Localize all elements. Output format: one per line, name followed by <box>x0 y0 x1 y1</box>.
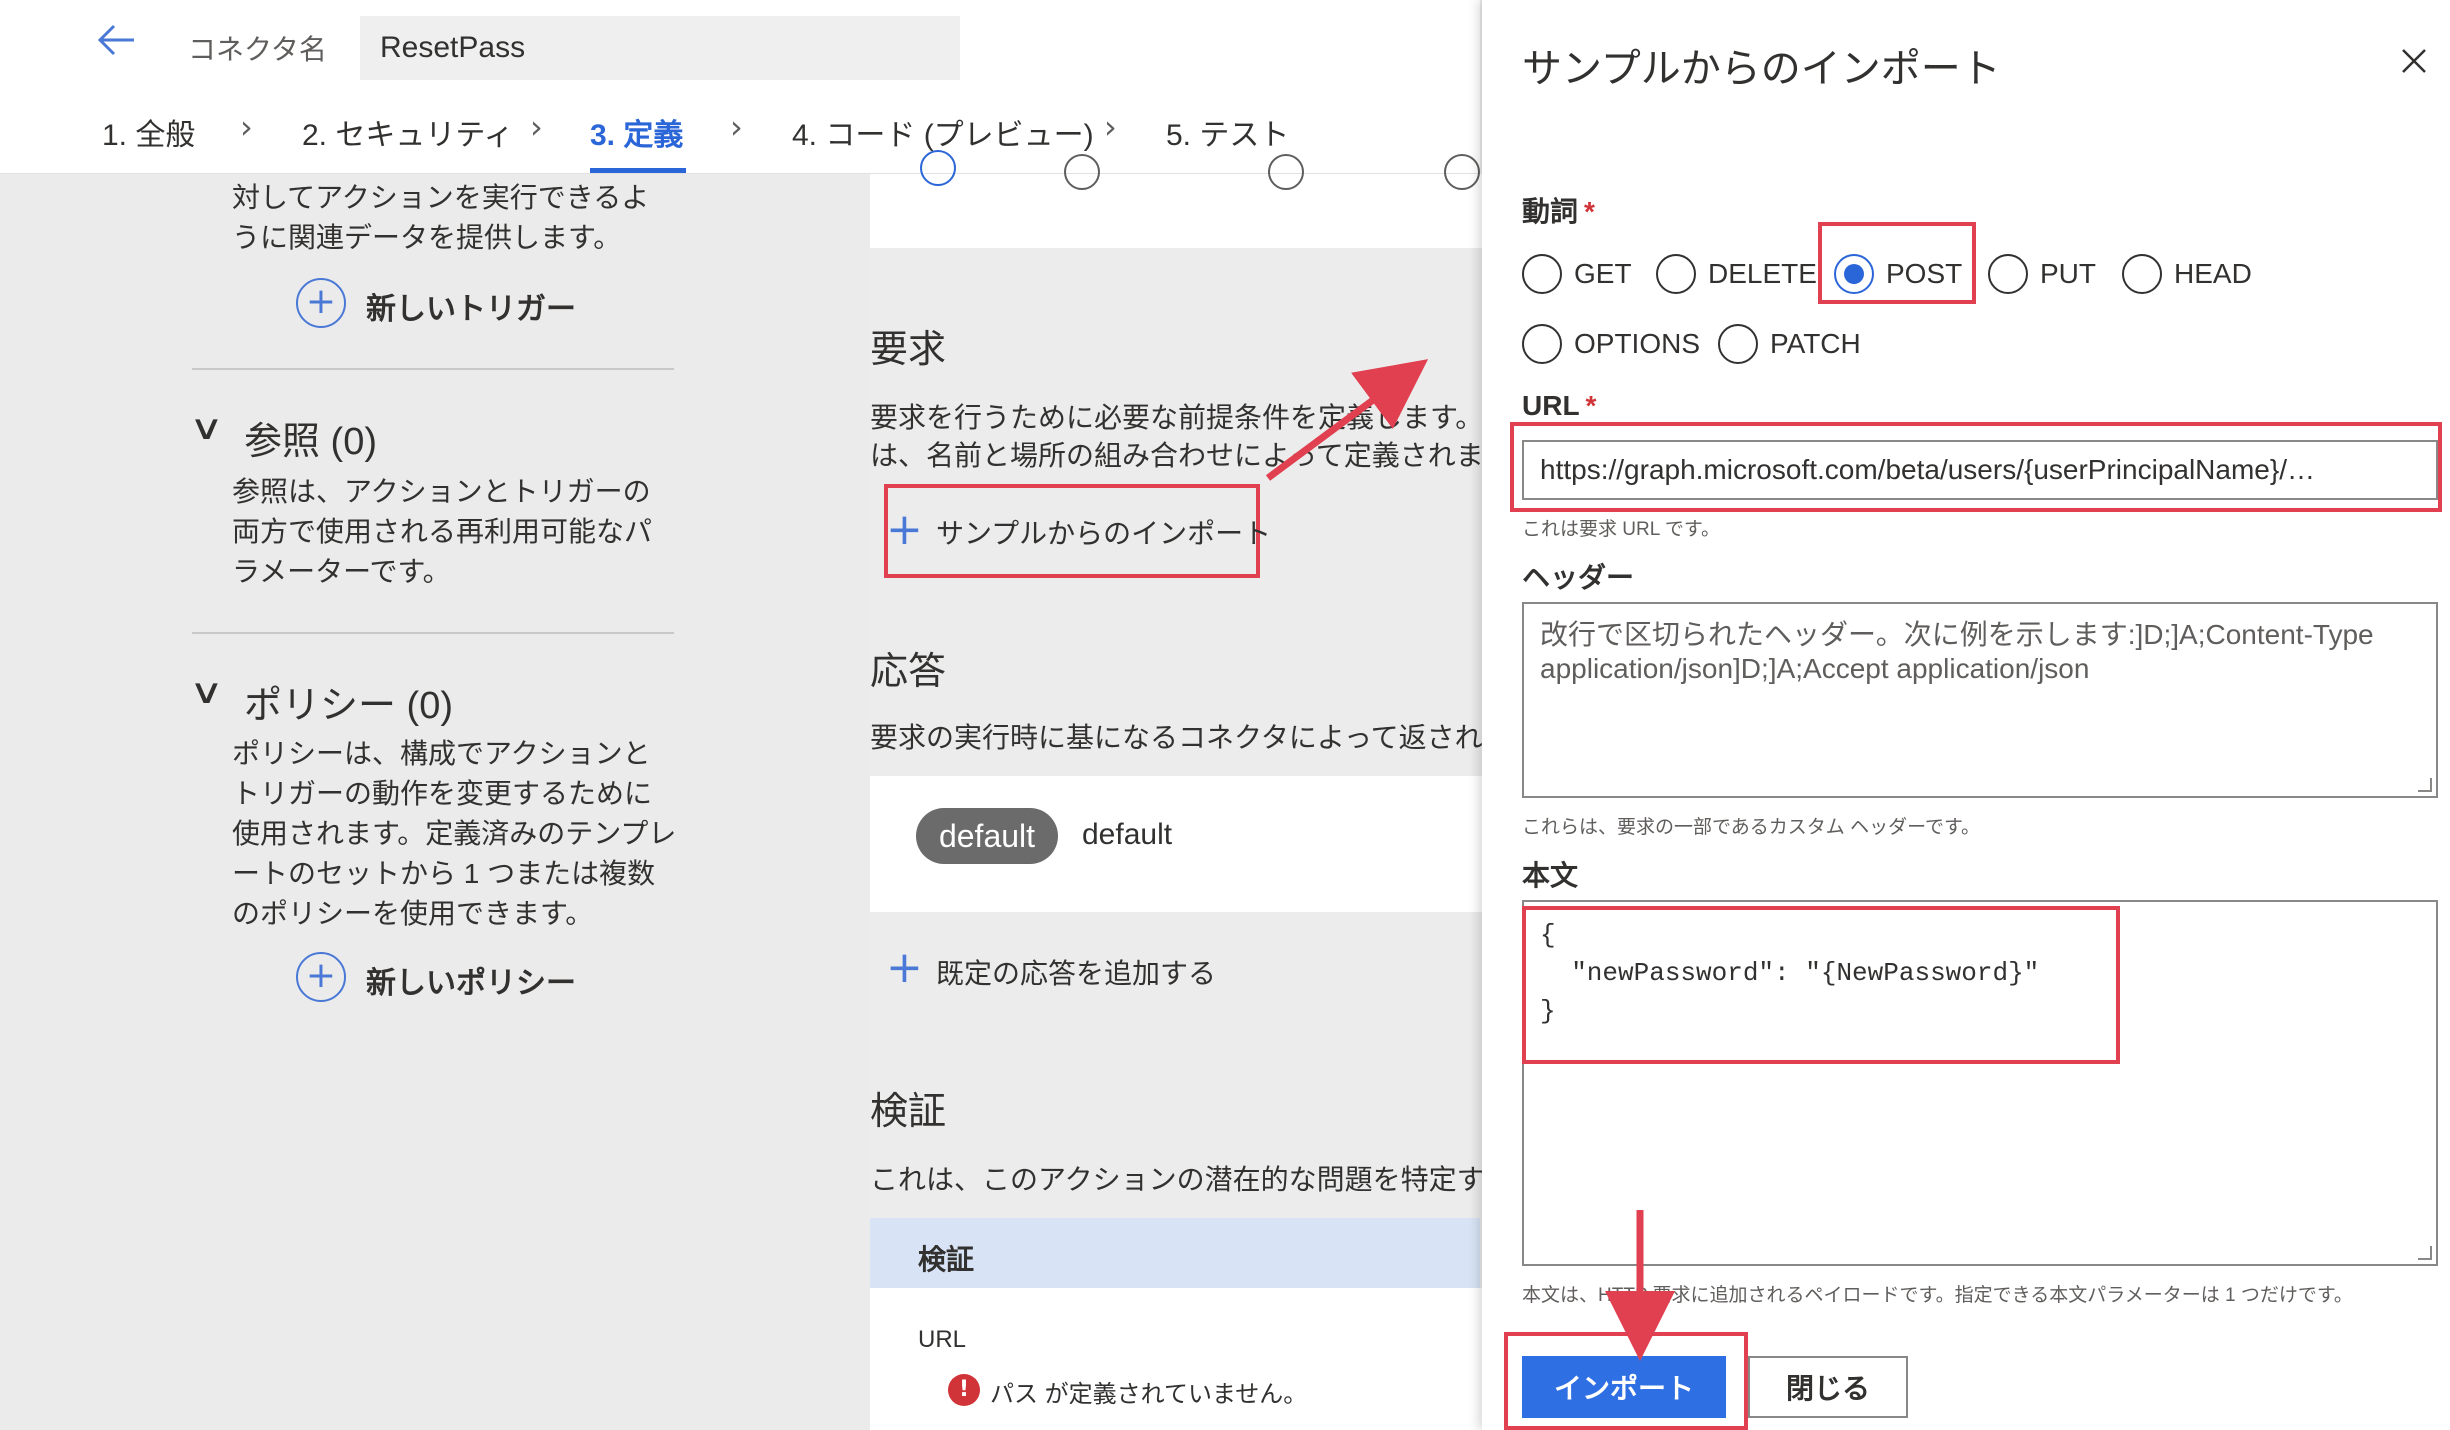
back-arrow-icon[interactable] <box>96 22 140 62</box>
connector-name-input[interactable] <box>360 16 960 80</box>
resize-grip[interactable] <box>2418 1246 2432 1260</box>
radio-delete-label[interactable]: DELETE <box>1708 258 1817 290</box>
add-default-response-link[interactable]: 既定の応答を追加する <box>936 952 1216 992</box>
headers-placeholder: 改行で区切られたヘッダー。次に例を示します:]D;]A;Content-Type… <box>1540 619 2374 684</box>
highlight-box <box>1504 1332 1748 1430</box>
connector-name-label: コネクタ名 <box>188 33 327 66</box>
default-response-text[interactable]: default <box>1082 818 1172 852</box>
headers-help-text: これらは、要求の一部であるカスタム ヘッダーです。 <box>1522 817 1981 838</box>
chevron-down-icon[interactable]: ∨ <box>189 408 224 448</box>
plus-icon[interactable]: + <box>886 508 923 552</box>
body-help-text: 本文は、HTTP 要求に追加されるペイロードです。指定できる本文パラメーターは … <box>1522 1285 2353 1306</box>
divider <box>192 368 674 370</box>
validation-description: これは、このアクションの潜在的な問題を特定する <box>870 1164 1513 1195</box>
step-code-preview[interactable]: 4. コード (プレビュー) <box>792 110 1094 154</box>
radio-get[interactable] <box>1522 254 1562 294</box>
new-policy-link[interactable]: 新しいポリシー <box>366 958 576 1002</box>
import-sample-panel: サンプルからのインポート 動詞 * GET DELETE POST PUT HEA… <box>1482 0 2450 1430</box>
visibility-card <box>870 174 1482 248</box>
step-definition[interactable]: 3. 定義 <box>590 110 683 154</box>
radio-options-label[interactable]: OPTIONS <box>1574 328 1700 360</box>
radio-head[interactable] <box>2122 254 2162 294</box>
chevron-right-icon: › <box>530 108 543 146</box>
body-label: 本文 <box>1522 860 1579 891</box>
radio-put-label[interactable]: PUT <box>2040 258 2096 290</box>
highlight-box <box>1522 906 2120 1064</box>
radio-put[interactable] <box>1988 254 2028 294</box>
step-security[interactable]: 2. セキュリティ <box>302 110 514 154</box>
chevron-right-icon: › <box>730 108 743 146</box>
validation-title: 検証 <box>870 1091 947 1133</box>
request-description-1: 要求を行うために必要な前提条件を定義します。 <box>870 402 1484 433</box>
response-title: 応答 <box>870 651 947 693</box>
required-mark: * <box>1585 390 1597 421</box>
divider <box>192 632 674 634</box>
policies-description: ポリシーは、構成でアクションとトリガーの動作を変更するために使用されます。定義済… <box>232 738 677 929</box>
panel-title: サンプルからのインポート <box>1522 47 2001 91</box>
radio-patch-label[interactable]: PATCH <box>1770 328 1861 360</box>
headers-textarea[interactable]: 改行で区切られたヘッダー。次に例を示します:]D;]A;Content-Type… <box>1522 602 2438 798</box>
error-icon: ! <box>948 1374 980 1406</box>
header: コネクタ名 <box>0 0 1480 88</box>
radio-get-label[interactable]: GET <box>1574 258 1632 290</box>
radio-peek <box>1268 154 1304 190</box>
plus-circle-icon[interactable]: + <box>296 952 346 1002</box>
radio-patch[interactable] <box>1718 324 1758 364</box>
resize-grip[interactable] <box>2418 778 2432 792</box>
default-response-pill[interactable]: default <box>916 808 1058 864</box>
headers-label: ヘッダー <box>1522 562 1635 593</box>
close-button[interactable]: 閉じる <box>1748 1356 1908 1418</box>
radio-delete[interactable] <box>1656 254 1696 294</box>
references-title[interactable]: 参照 (0) <box>244 410 377 465</box>
validation-url-label: URL <box>918 1326 967 1353</box>
plus-circle-icon[interactable]: + <box>296 278 346 328</box>
radio-head-label[interactable]: HEAD <box>2174 258 2252 290</box>
radio-peek <box>920 150 956 186</box>
new-trigger-link[interactable]: 新しいトリガー <box>366 284 576 328</box>
step-general[interactable]: 1. 全般 <box>102 110 195 154</box>
request-title: 要求 <box>870 329 947 371</box>
chevron-down-icon[interactable]: ∨ <box>189 672 224 712</box>
path-error-text: パス が定義されていません。 <box>990 1381 1308 1408</box>
radio-peek <box>1064 154 1100 190</box>
references-description: 参照は、アクションとトリガーの両方で使用される再利用可能なパラメーターです。 <box>232 476 653 587</box>
url-label: URL * <box>1522 390 1597 421</box>
validation-bar-label: 検証 <box>918 1244 975 1275</box>
chevron-right-icon: › <box>240 108 253 146</box>
verb-label: 動詞 * <box>1522 196 1595 227</box>
required-mark: * <box>1584 196 1595 227</box>
policies-title[interactable]: ポリシー (0) <box>244 674 453 729</box>
close-icon[interactable] <box>2400 42 2428 82</box>
step-test[interactable]: 5. テスト <box>1166 110 1289 154</box>
wizard-steps: 1. 全般 › 2. セキュリティ › 3. 定義 › 4. コード (プレビュ… <box>0 88 1480 174</box>
url-help-text: これは要求 URL です。 <box>1522 519 1720 540</box>
chevron-right-icon: › <box>1104 108 1117 146</box>
plus-icon[interactable]: + <box>886 946 923 990</box>
request-description-2: は、名前と場所の組み合わせによって定義されま <box>870 440 1484 471</box>
trigger-description: 対してアクションを実行できるように関連データを提供します。 <box>232 182 650 253</box>
response-description: 要求の実行時に基になるコネクタによって返され <box>870 722 1483 753</box>
import-from-sample-link[interactable]: サンプルからのインポート <box>936 512 1271 552</box>
active-step-indicator <box>590 168 686 173</box>
radio-options[interactable] <box>1522 324 1562 364</box>
highlight-box <box>1510 422 2442 512</box>
highlight-box <box>1818 222 1976 304</box>
radio-peek <box>1444 154 1480 190</box>
